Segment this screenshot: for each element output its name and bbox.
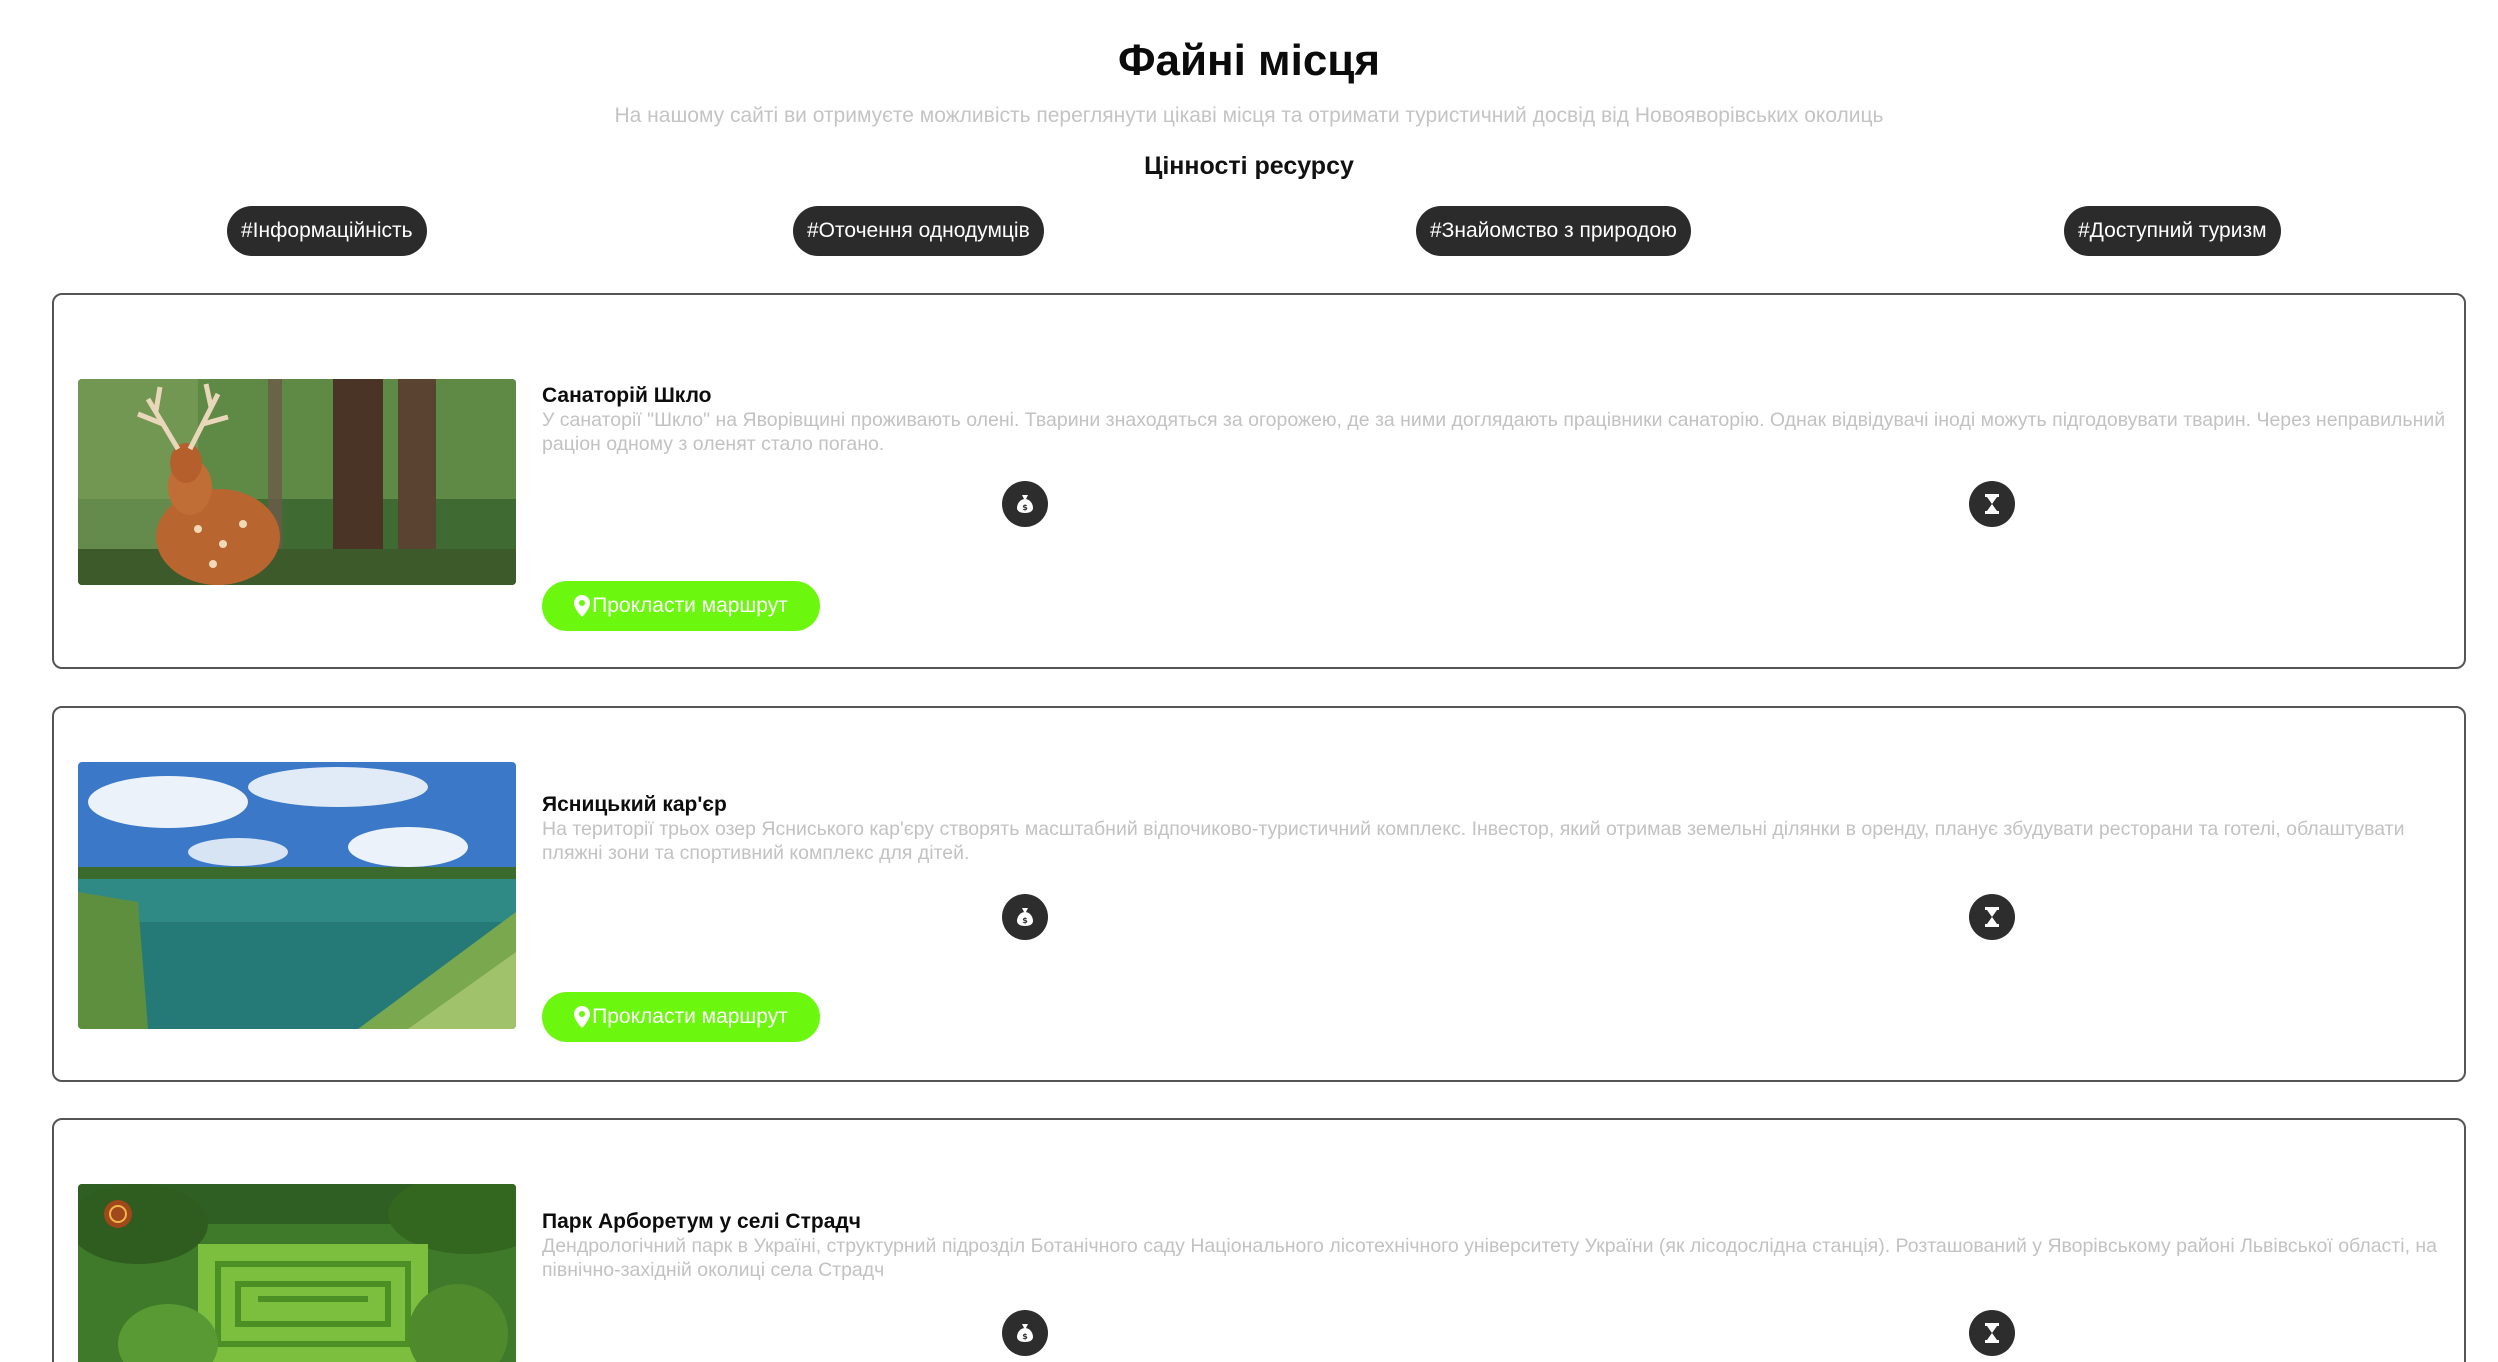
place-title: Ясницький кар'єр: [542, 793, 727, 816]
place-title: Санаторій Шкло: [542, 384, 712, 407]
map-pin-icon: [574, 1006, 591, 1028]
tag-informativeness[interactable]: #Інформаційність: [227, 206, 427, 256]
svg-text:$: $: [1022, 503, 1028, 512]
money-bag-icon: $: [1002, 894, 1048, 940]
place-card: Ясницький кар'єр На території трьох озер…: [52, 706, 2466, 1082]
tag-like-minded[interactable]: #Оточення однодумців: [793, 206, 1044, 256]
hourglass-icon: [1969, 481, 2015, 527]
tag-accessible-tourism[interactable]: #Доступний туризм: [2064, 206, 2281, 256]
tag-nature[interactable]: #Знайомство з природою: [1416, 206, 1691, 256]
map-pin-icon: [574, 595, 591, 617]
build-route-button[interactable]: Прокласти маршрут: [542, 992, 820, 1042]
place-description: Дендрологічний парк в Україні, структурн…: [542, 1235, 2438, 1281]
place-card: Парк Арборетум у селі Страдч Дендрологіч…: [52, 1118, 2466, 1362]
place-card: Санаторій Шкло У санаторії "Шкло" на Яво…: [52, 293, 2466, 669]
svg-text:$: $: [1022, 916, 1028, 925]
money-bag-icon: $: [1002, 481, 1048, 527]
build-route-button[interactable]: Прокласти маршрут: [542, 581, 820, 631]
hourglass-icon: [1969, 1310, 2015, 1356]
place-photo-lake: [78, 762, 516, 1029]
page-subtitle: На нашому сайті ви отримуєте можливість …: [614, 104, 1884, 127]
hourglass-icon: [1969, 894, 2015, 940]
money-bag-icon: $: [1002, 1310, 1048, 1356]
place-photo-deer: [78, 379, 516, 585]
values-heading: Цінності ресурсу: [1144, 152, 1354, 180]
place-description: На території трьох озер Ясниського кар'є…: [542, 818, 2405, 864]
build-route-label: Прокласти маршрут: [592, 1005, 788, 1028]
place-title: Парк Арборетум у селі Страдч: [542, 1210, 861, 1233]
svg-text:$: $: [1022, 1332, 1028, 1341]
places-page: Файні місця На нашому сайті ви отримуєте…: [0, 0, 2498, 1362]
place-description: У санаторії "Шкло" на Яворівщині прожива…: [542, 409, 2446, 455]
build-route-label: Прокласти маршрут: [592, 594, 788, 617]
page-title: Файні місця: [1117, 36, 1381, 85]
place-photo-park: [78, 1184, 516, 1362]
